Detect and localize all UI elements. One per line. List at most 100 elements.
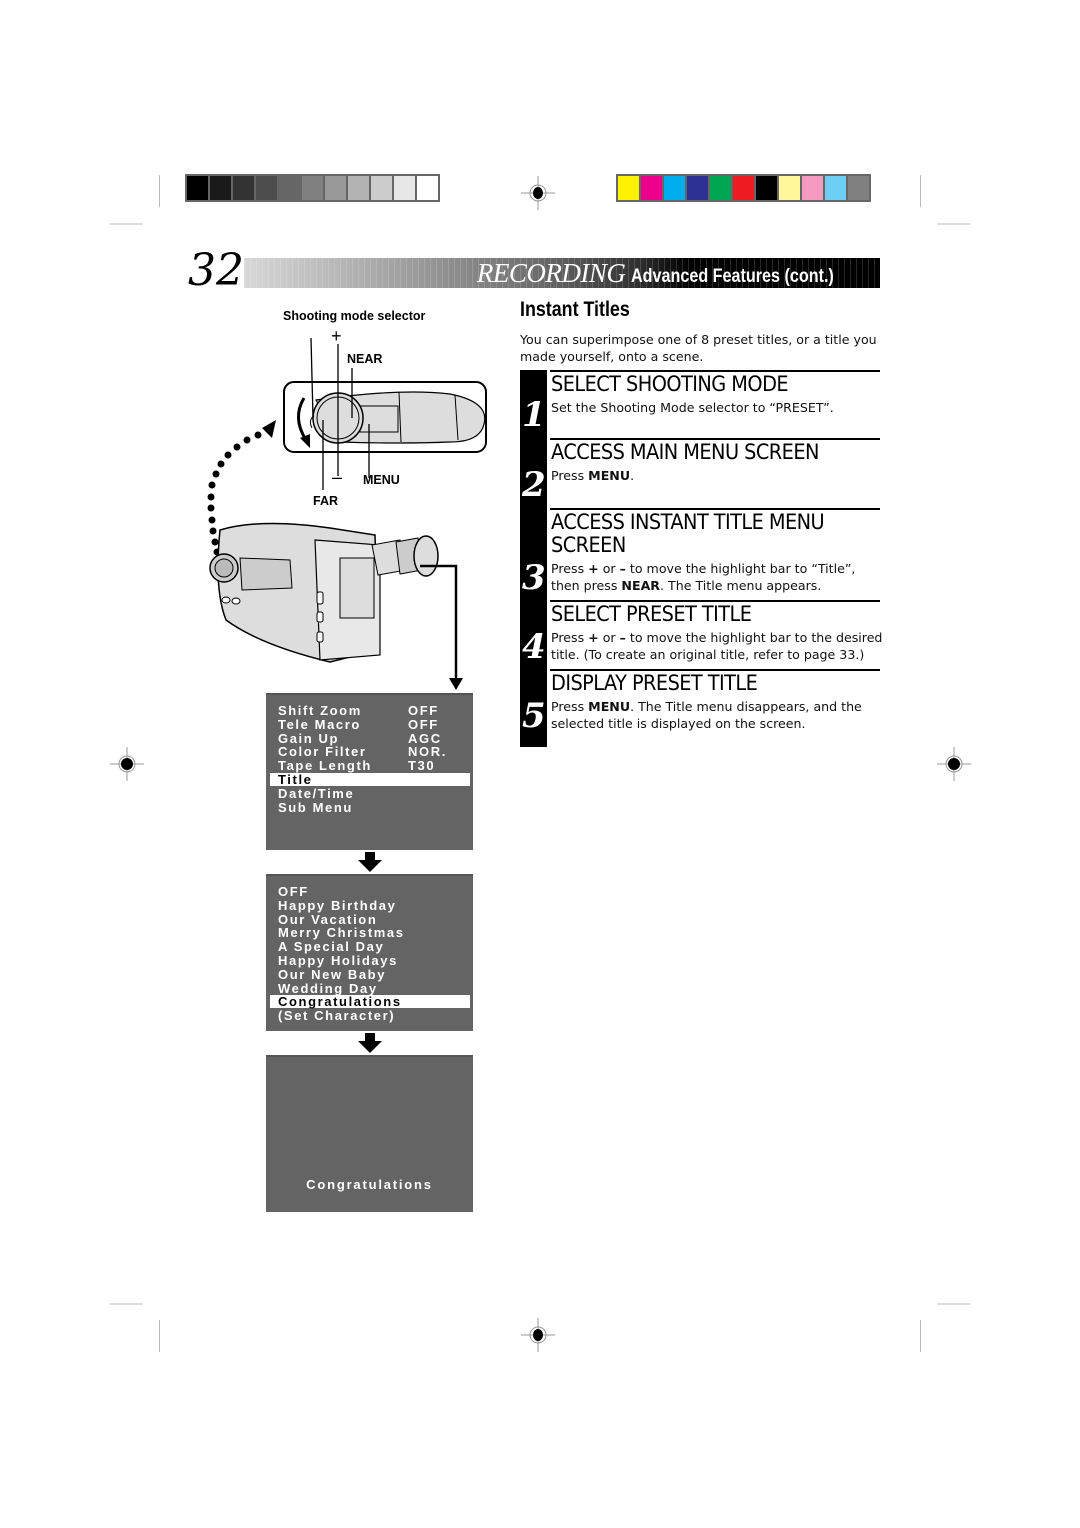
registration-target-icon bbox=[521, 176, 555, 210]
menu-item-label: OFF bbox=[278, 884, 309, 899]
color-swatch bbox=[325, 176, 346, 200]
menu-item-label: (Set Character) bbox=[278, 1008, 396, 1024]
color-swatch bbox=[210, 176, 231, 200]
color-swatch bbox=[848, 176, 869, 200]
step-body: Set the Shooting Mode selector to “PRESE… bbox=[551, 400, 834, 415]
color-swatch bbox=[710, 176, 731, 200]
title-menu-screen: OFF Happy Birthday Our Vacation Merry Chris… bbox=[266, 874, 473, 1031]
color-swatch bbox=[371, 176, 392, 200]
section-title: Instant Titles bbox=[520, 298, 630, 321]
menu-item-label: Happy Birthday bbox=[278, 897, 397, 913]
crop-mark bbox=[110, 223, 143, 225]
menu-row[interactable]: Merry Christmas bbox=[270, 926, 470, 939]
menu-row[interactable]: Our Vacation bbox=[270, 913, 470, 926]
menu-row-highlighted[interactable]: Title bbox=[270, 773, 470, 786]
menu-item-label: Tape Length bbox=[278, 758, 372, 774]
menu-item-label: Sub Menu bbox=[278, 799, 353, 815]
menu-item-label: Our Vacation bbox=[278, 911, 378, 927]
menu-item-label: Gain Up bbox=[278, 730, 340, 746]
color-calibration-bar bbox=[616, 174, 871, 202]
section-intro: You can superimpose one of 8 preset titl… bbox=[520, 332, 877, 364]
crop-mark bbox=[159, 1320, 160, 1352]
down-arrow-icon bbox=[358, 1033, 382, 1053]
menu-row[interactable]: (Set Character) bbox=[270, 1009, 470, 1022]
menu-row-highlighted[interactable]: Congratulations bbox=[270, 994, 470, 1010]
grayscale-calibration-bar bbox=[185, 174, 440, 202]
menu-item-label: Happy Holidays bbox=[278, 953, 398, 968]
menu-item-label: Shift Zoom bbox=[278, 703, 362, 718]
step-number: 3 bbox=[522, 558, 546, 598]
menu-item-value: OFF bbox=[408, 716, 439, 732]
step-heading: ACCESS MAIN MENU SCREEN bbox=[551, 440, 819, 464]
step-body: Press + or – to move the highlight bar t… bbox=[551, 561, 856, 593]
menu-row[interactable]: Sub Menu bbox=[270, 801, 470, 814]
menu-item-value: OFF bbox=[408, 703, 439, 718]
menu-row[interactable]: Happy Birthday bbox=[270, 899, 470, 912]
menu-item-label: Date/Time bbox=[278, 785, 355, 801]
step-heading: ACCESS INSTANT TITLE MENU SCREEN bbox=[551, 510, 825, 557]
menu-item-label: Tele Macro bbox=[278, 716, 361, 732]
menu-item-label: Our New Baby bbox=[278, 966, 387, 982]
step-number: 1 bbox=[522, 395, 546, 435]
step-body: Press + or – to move the highlight bar t… bbox=[551, 630, 883, 662]
color-swatch bbox=[825, 176, 846, 200]
color-swatch bbox=[687, 176, 708, 200]
registration-target-icon bbox=[110, 747, 144, 781]
header-section: RECORDING bbox=[476, 258, 626, 288]
menu-row[interactable]: Gain Up AGC bbox=[270, 732, 470, 745]
color-swatch bbox=[302, 176, 323, 200]
menu-row[interactable]: A Special Day bbox=[270, 940, 470, 953]
menu-row[interactable]: Tele Macro OFF bbox=[270, 718, 470, 731]
menu-row[interactable]: Color Filter NOR. bbox=[270, 745, 470, 758]
menu-row[interactable]: Tape Length T30 bbox=[270, 759, 470, 772]
registration-target-icon bbox=[521, 1318, 555, 1352]
crop-mark bbox=[159, 175, 160, 207]
shooting-mode-selector-label: Shooting mode selector bbox=[283, 309, 426, 323]
color-swatch bbox=[394, 176, 415, 200]
menu-row[interactable]: Date/Time bbox=[270, 787, 470, 800]
result-screen: Congratulations bbox=[266, 1055, 473, 1212]
page-header-band: RECORDING Advanced Features (cont.) bbox=[244, 258, 880, 288]
menu-row[interactable]: Shift Zoom OFF bbox=[270, 704, 470, 717]
menu-item-value: NOR. bbox=[408, 744, 447, 760]
color-swatch bbox=[664, 176, 685, 200]
menu-item-label: Merry Christmas bbox=[278, 925, 405, 941]
color-swatch bbox=[417, 176, 438, 200]
color-swatch bbox=[756, 176, 777, 200]
crop-mark bbox=[937, 223, 970, 225]
menu-item-label: Title bbox=[278, 772, 313, 787]
menu-item-label: Congratulations bbox=[278, 994, 402, 1010]
step-body: Press MENU. bbox=[551, 468, 635, 483]
step-heading: SELECT SHOOTING MODE bbox=[551, 372, 789, 396]
menu-item-label: Color Filter bbox=[278, 744, 367, 760]
menu-row[interactable]: Our New Baby bbox=[270, 968, 470, 981]
step-number: 5 bbox=[522, 696, 546, 736]
color-swatch bbox=[233, 176, 254, 200]
registration-target-icon bbox=[937, 747, 971, 781]
step-heading: SELECT PRESET TITLE bbox=[551, 602, 752, 626]
color-swatch bbox=[641, 176, 662, 200]
superimposed-title: Congratulations bbox=[306, 1177, 433, 1192]
menu-item-value: AGC bbox=[408, 730, 442, 746]
menu-row[interactable]: OFF bbox=[270, 885, 470, 898]
menu-row[interactable]: Wedding Day bbox=[270, 982, 470, 995]
color-swatch bbox=[618, 176, 639, 200]
header-subtitle: Advanced Features (cont.) bbox=[631, 266, 835, 287]
step-heading: DISPLAY PRESET TITLE bbox=[551, 671, 758, 695]
step-body: Press MENU. The Title menu disappears, a… bbox=[551, 699, 862, 731]
step-number: 4 bbox=[522, 627, 546, 667]
menu-row[interactable]: Happy Holidays bbox=[270, 954, 470, 967]
color-swatch bbox=[348, 176, 369, 200]
color-swatch bbox=[256, 176, 277, 200]
step-number: 2 bbox=[522, 465, 546, 505]
page-number: 32 bbox=[188, 245, 244, 296]
control-panel-illustration bbox=[207, 337, 487, 690]
menu-item-value: T30 bbox=[408, 758, 436, 774]
main-menu-screen: Shift Zoom OFF Tele Macro OFF Gain Up AGC Colo… bbox=[266, 693, 473, 850]
menu-item-label: Wedding Day bbox=[278, 980, 378, 996]
color-swatch bbox=[733, 176, 754, 200]
crop-mark bbox=[937, 1303, 970, 1305]
menu-item-label: A Special Day bbox=[278, 939, 385, 955]
crop-mark bbox=[920, 175, 921, 207]
color-swatch bbox=[279, 176, 300, 200]
